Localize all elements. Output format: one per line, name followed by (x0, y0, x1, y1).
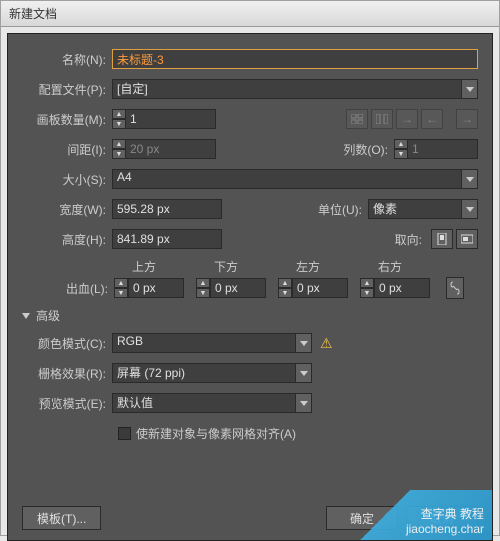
bleed-label: 出血(L): (22, 280, 114, 297)
spacing-input (126, 139, 216, 159)
raster-dropdown-btn[interactable] (296, 363, 312, 383)
bleed-bottom-down[interactable]: ▼ (196, 288, 210, 298)
advanced-section-toggle[interactable]: 高级 (22, 307, 478, 324)
columns-label: 列数(O): (316, 141, 394, 158)
spacing-step-up: ▲ (112, 139, 126, 149)
watermark-line1: 查字典 教程 (421, 505, 484, 522)
watermark: 查字典 教程 jiaocheng.char (322, 490, 492, 540)
size-label: 大小(S): (22, 171, 112, 188)
colormode-select[interactable]: RGB (112, 333, 296, 353)
bleed-top-label: 上方 (132, 258, 214, 275)
height-input[interactable] (112, 229, 222, 249)
units-label: 单位(U): (290, 201, 368, 218)
size-dropdown-btn[interactable] (462, 169, 478, 189)
raster-label: 栅格效果(R): (22, 365, 112, 382)
spacing-step-down: ▼ (112, 149, 126, 159)
titlebar: 新建文档 (1, 1, 499, 27)
bleed-left-down[interactable]: ▼ (278, 288, 292, 298)
artboards-step-up[interactable]: ▲ (112, 109, 126, 119)
bleed-bottom-up[interactable]: ▲ (196, 278, 210, 288)
arrange-grid-col-icon[interactable] (371, 109, 393, 129)
columns-step-down: ▼ (394, 149, 408, 159)
profile-dropdown-btn[interactable] (462, 79, 478, 99)
align-grid-checkbox[interactable] (118, 427, 131, 440)
arrange-grid-row-icon[interactable] (346, 109, 368, 129)
name-label: 名称(N): (22, 51, 112, 68)
advanced-label: 高级 (36, 307, 60, 324)
colormode-label: 颜色模式(C): (22, 335, 112, 352)
preview-select[interactable]: 默认值 (112, 393, 296, 413)
bleed-right-input[interactable] (374, 278, 430, 298)
watermark-line2: jiaocheng.char (406, 522, 484, 536)
bleed-right-down[interactable]: ▼ (360, 288, 374, 298)
units-dropdown-btn[interactable] (462, 199, 478, 219)
artboards-step-down[interactable]: ▼ (112, 119, 126, 129)
bleed-left-input[interactable] (292, 278, 348, 298)
bleed-top-up[interactable]: ▲ (114, 278, 128, 288)
bleed-link-icon[interactable] (446, 277, 464, 299)
units-select[interactable]: 像素 (368, 199, 462, 219)
raster-select[interactable]: 屏幕 (72 ppi) (112, 363, 296, 383)
bleed-left-label: 左方 (296, 258, 378, 275)
orientation-label: 取向: (378, 231, 428, 248)
artboards-input[interactable] (126, 109, 216, 129)
arrange-row-rtl-icon[interactable]: ← (421, 109, 443, 129)
profile-select[interactable]: [自定] (112, 79, 462, 99)
name-input[interactable] (112, 49, 478, 69)
width-label: 宽度(W): (22, 201, 112, 218)
height-label: 高度(H): (22, 231, 112, 248)
dialog-body: 名称(N): 配置文件(P): [自定] 画板数量(M): ▲ ▼ (7, 33, 493, 541)
template-button[interactable]: 模板(T)... (22, 506, 101, 530)
bleed-top-input[interactable] (128, 278, 184, 298)
bleed-right-up[interactable]: ▲ (360, 278, 374, 288)
artboards-label: 画板数量(M): (22, 111, 112, 128)
arrange-arrow-icon[interactable]: → (456, 109, 478, 129)
columns-step-up: ▲ (394, 139, 408, 149)
columns-input (408, 139, 478, 159)
bleed-bottom-label: 下方 (214, 258, 296, 275)
new-document-dialog: 新建文档 名称(N): 配置文件(P): [自定] 画板数量(M): ▲ ▼ (0, 0, 500, 536)
spacing-label: 间距(I): (22, 141, 112, 158)
colormode-dropdown-btn[interactable] (296, 333, 312, 353)
orientation-landscape-icon[interactable] (456, 229, 478, 249)
bleed-top-down[interactable]: ▼ (114, 288, 128, 298)
size-select[interactable]: A4 (112, 169, 462, 189)
orientation-portrait-icon[interactable] (431, 229, 453, 249)
preview-dropdown-btn[interactable] (296, 393, 312, 413)
profile-label: 配置文件(P): (22, 81, 112, 98)
disclosure-triangle-icon (22, 313, 30, 319)
warning-icon: ⚠ (320, 335, 333, 352)
width-input[interactable] (112, 199, 222, 219)
arrange-row-ltr-icon[interactable]: → (396, 109, 418, 129)
window-title: 新建文档 (9, 7, 57, 21)
preview-label: 预览模式(E): (22, 395, 112, 412)
bleed-bottom-input[interactable] (210, 278, 266, 298)
align-grid-label: 使新建对象与像素网格对齐(A) (136, 425, 296, 442)
bleed-right-label: 右方 (378, 258, 460, 275)
bleed-left-up[interactable]: ▲ (278, 278, 292, 288)
